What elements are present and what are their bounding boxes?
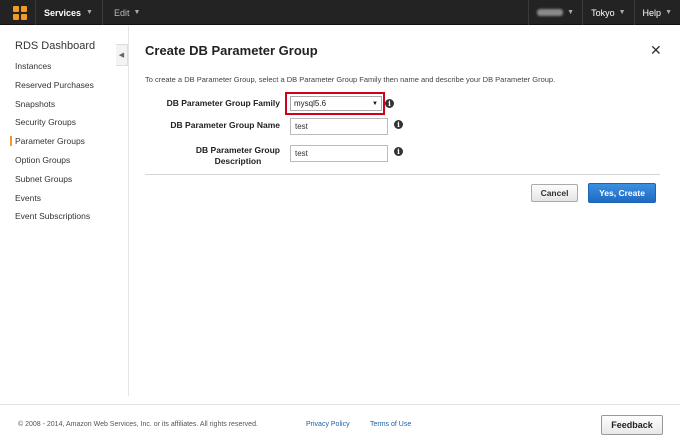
sidebar-collapse-button[interactable]: ◀	[116, 44, 128, 66]
edit-label: Edit	[114, 7, 130, 18]
region-menu[interactable]: Tokyo ▼	[582, 0, 633, 25]
dialog-intro-text: To create a DB Parameter Group, select a…	[145, 75, 556, 84]
sidebar-item-events[interactable]: Events	[15, 193, 41, 203]
yes-create-button[interactable]: Yes, Create	[588, 183, 656, 203]
aws-cube-icon[interactable]	[4, 0, 36, 25]
account-menus: ▼ Tokyo ▼ Help ▼	[528, 0, 680, 25]
info-icon[interactable]: i	[394, 120, 403, 129]
region-label: Tokyo	[591, 7, 615, 18]
description-label: DB Parameter Group Description	[196, 145, 280, 167]
services-label: Services	[44, 7, 82, 18]
chevron-down-icon: ▼	[567, 9, 575, 16]
sidebar-item-subnet-groups[interactable]: Subnet Groups	[15, 174, 72, 184]
help-label: Help	[642, 7, 662, 18]
sidebar-title[interactable]: RDS Dashboard	[15, 40, 95, 52]
chevron-down-icon: ▼	[618, 9, 626, 16]
help-menu[interactable]: Help ▼	[633, 0, 680, 25]
sidebar-item-security-groups[interactable]: Security Groups	[15, 117, 76, 127]
copyright-text: © 2008 - 2014, Amazon Web Services, Inc.…	[18, 421, 258, 428]
sidebar-item-parameter-groups[interactable]: Parameter Groups	[10, 136, 85, 146]
edit-menu[interactable]: Edit ▼	[114, 0, 140, 25]
chevron-left-icon: ◀	[118, 52, 125, 59]
sidebar-item-option-groups[interactable]: Option Groups	[15, 155, 70, 165]
chevron-down-icon: ▼	[133, 9, 141, 16]
dialog-title: Create DB Parameter Group	[145, 43, 318, 58]
description-input[interactable]: test	[290, 145, 388, 162]
services-menu[interactable]: Services ▼	[44, 0, 103, 25]
sidebar-item-instances[interactable]: Instances	[15, 61, 51, 71]
description-label-line1: DB Parameter Group	[195, 145, 280, 155]
privacy-policy-link[interactable]: Privacy Policy	[306, 421, 350, 428]
sidebar-item-snapshots[interactable]: Snapshots	[15, 99, 55, 109]
sidebar: RDS Dashboard Instances Reserved Purchas…	[0, 26, 116, 396]
description-label-line2: Description	[214, 156, 262, 166]
info-icon[interactable]: i	[394, 147, 403, 156]
chevron-down-icon: ▼	[665, 9, 672, 16]
feedback-button[interactable]: Feedback	[601, 415, 663, 435]
terms-of-use-link[interactable]: Terms of Use	[370, 421, 411, 428]
user-menu[interactable]: ▼	[528, 0, 582, 25]
sidebar-item-reserved-purchases[interactable]: Reserved Purchases	[15, 80, 94, 90]
family-label: DB Parameter Group Family	[166, 98, 280, 108]
chevron-down-icon: ▼	[372, 100, 378, 107]
chevron-down-icon: ▼	[86, 9, 93, 16]
close-icon[interactable]: ✕	[650, 42, 662, 58]
sidebar-item-event-subscriptions[interactable]: Event Subscriptions	[15, 211, 90, 221]
info-icon[interactable]: i	[385, 99, 394, 108]
name-label: DB Parameter Group Name	[170, 120, 280, 130]
footer-divider	[0, 404, 680, 405]
parameter-group-name-input[interactable]: test	[290, 118, 388, 135]
redacted-username	[537, 9, 564, 16]
dialog-divider	[145, 174, 660, 175]
top-navigation-bar: Services ▼ Edit ▼ ▼ Tokyo ▼ Help ▼	[0, 0, 680, 25]
family-select-value: mysql5.6	[294, 99, 327, 108]
cancel-button[interactable]: Cancel	[531, 184, 578, 202]
family-select[interactable]: mysql5.6 ▼	[290, 96, 382, 111]
sidebar-divider	[128, 26, 129, 396]
